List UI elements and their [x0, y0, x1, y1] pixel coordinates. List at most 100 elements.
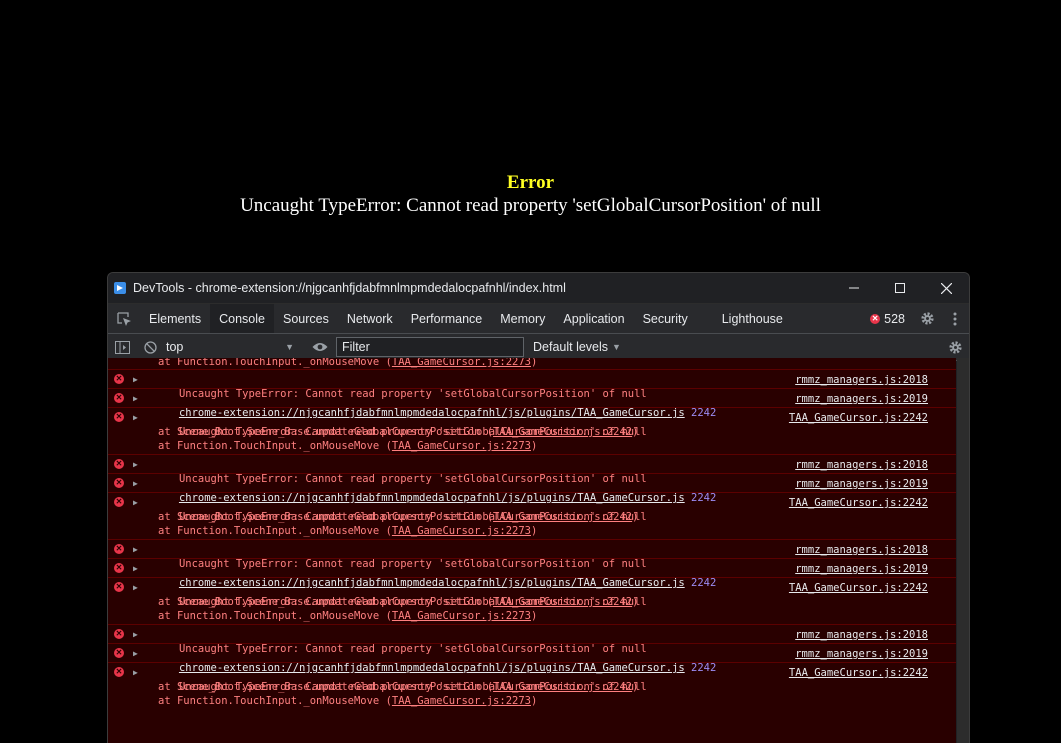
error-count-badge[interactable]: ✕ 528 — [870, 304, 913, 333]
tab-console[interactable]: Console — [210, 304, 274, 333]
stack-close: ) — [530, 358, 538, 368]
message-source-link[interactable]: TAA_GameCursor.js:2242 — [789, 581, 928, 595]
stack-source-link[interactable]: TAA_GameCursor.js:2273 — [392, 695, 531, 707]
tab-sources-label: Sources — [282, 311, 329, 326]
tab-performance[interactable]: Performance — [402, 304, 492, 333]
console-message[interactable]: ✕ ▶ Uncaught TypeError: Cannot read prope… — [108, 492, 956, 539]
console-partial-stack-line: at Function.TouchInput._onMouseMove (TAA… — [108, 358, 956, 369]
stack-text: at Function.TouchInput._onMouseMove ( — [158, 610, 392, 622]
console-message[interactable]: ✕ ▶ Uncaught TypeError: Cannot read prope… — [108, 369, 956, 400]
console-toolbar: top ▼ Default levels ▼ — [108, 334, 969, 361]
expand-triangle-icon[interactable]: ▶ — [133, 581, 138, 595]
console-message[interactable]: ✕ ▶ Uncaught TypeError: Cannot read prope… — [108, 577, 956, 624]
stack-source-link[interactable]: TAA_GameCursor.js:2273 — [392, 440, 531, 452]
tab-sources[interactable]: Sources — [274, 304, 338, 333]
maximize-button[interactable] — [877, 273, 923, 303]
message-source-link[interactable]: rmmz_managers.js:2019 — [795, 562, 928, 576]
page-error-message: Uncaught TypeError: Cannot read property… — [240, 195, 821, 216]
message-source-link[interactable]: rmmz_managers.js:2018 — [795, 628, 928, 642]
tab-lighthouse-label: Lighthouse — [721, 311, 783, 326]
log-levels-label: Default levels — [533, 340, 609, 354]
devtools-app-icon — [114, 282, 126, 294]
message-source-link[interactable]: rmmz_managers.js:2018 — [795, 373, 928, 387]
message-source-link[interactable]: TAA_GameCursor.js:2242 — [789, 411, 928, 425]
minimize-button[interactable] — [831, 273, 877, 303]
message-source-link[interactable]: TAA_GameCursor.js:2242 — [789, 666, 928, 680]
more-vertical-icon — [953, 312, 957, 325]
stack-source-link[interactable]: TAA_GameCursor.js:2242 — [493, 596, 632, 608]
inspect-element-button[interactable] — [108, 304, 140, 333]
more-options-button[interactable] — [941, 304, 969, 333]
tab-application[interactable]: Application — [554, 304, 633, 333]
settings-button[interactable] — [913, 304, 941, 333]
tab-memory[interactable]: Memory — [491, 304, 554, 333]
stack-source-link[interactable]: TAA_GameCursor.js:2273 — [392, 610, 531, 622]
stack-text: at Scene_Boot.Scene_Base.updateGlobalCur… — [158, 596, 494, 608]
inspect-element-icon — [117, 311, 131, 326]
sidebar-toggle-button[interactable] — [108, 340, 136, 354]
console-message[interactable]: ✕ ▶ chrome-extension://njgcanhfjdabfmnlmp… — [108, 473, 956, 504]
expand-triangle-icon[interactable]: ▶ — [133, 543, 138, 557]
tab-network[interactable]: Network — [338, 304, 402, 333]
tab-lighthouse[interactable]: Lighthouse — [713, 304, 792, 333]
stack-line: at Scene_Boot.Scene_Base.updateGlobalCur… — [108, 595, 956, 609]
console-settings-button[interactable] — [941, 340, 969, 355]
message-source-link[interactable]: TAA_GameCursor.js:2242 — [789, 496, 928, 510]
expand-triangle-icon[interactable]: ▶ — [133, 477, 138, 491]
stack-line: at Function.TouchInput._onMouseMove (TAA… — [108, 694, 956, 708]
expand-triangle-icon[interactable]: ▶ — [133, 666, 138, 680]
stack-close: ) — [530, 610, 538, 622]
console-message[interactable]: ✕ ▶ chrome-extension://njgcanhfjdabfmnlmp… — [108, 388, 956, 419]
chevron-down-icon: ▼ — [285, 342, 294, 352]
expand-triangle-icon[interactable]: ▶ — [133, 411, 138, 425]
tab-elements[interactable]: Elements — [140, 304, 210, 333]
message-source-link[interactable]: rmmz_managers.js:2019 — [795, 392, 928, 406]
message-source-link[interactable]: rmmz_managers.js:2019 — [795, 477, 928, 491]
filter-input[interactable] — [336, 337, 524, 357]
expand-triangle-icon[interactable]: ▶ — [133, 458, 138, 472]
stack-source-link[interactable]: TAA_GameCursor.js:2273 — [392, 358, 531, 368]
stack-line: at Scene_Boot.Scene_Base.updateGlobalCur… — [108, 510, 956, 524]
stack-text: at Scene_Boot.Scene_Base.updateGlobalCur… — [158, 511, 494, 523]
stack-text: at Function.TouchInput._onMouseMove ( — [158, 525, 392, 537]
expand-triangle-icon[interactable]: ▶ — [133, 647, 138, 661]
log-levels-dropdown[interactable]: Default levels ▼ — [533, 340, 621, 354]
message-source-link[interactable]: rmmz_managers.js:2018 — [795, 458, 928, 472]
expand-triangle-icon[interactable]: ▶ — [133, 373, 138, 387]
expand-triangle-icon[interactable]: ▶ — [133, 562, 138, 576]
tab-security[interactable]: Security — [634, 304, 713, 333]
console-scrollbar[interactable] — [957, 358, 969, 743]
stack-source-link[interactable]: TAA_GameCursor.js:2242 — [493, 426, 632, 438]
console-message[interactable]: ✕ ▶ chrome-extension://njgcanhfjdabfmnlmp… — [108, 643, 956, 674]
stack-source-link[interactable]: TAA_GameCursor.js:2242 — [493, 511, 632, 523]
expand-triangle-icon[interactable]: ▶ — [133, 392, 138, 406]
stack-text: at Scene_Boot.Scene_Base.updateGlobalCur… — [158, 681, 494, 693]
live-expression-button[interactable] — [306, 342, 334, 352]
tab-performance-label: Performance — [410, 311, 483, 326]
console-message[interactable]: ✕ ▶ Uncaught TypeError: Cannot read prope… — [108, 454, 956, 485]
stack-source-link[interactable]: TAA_GameCursor.js:2242 — [493, 681, 632, 693]
stack-line: at Function.TouchInput._onMouseMove (TAA… — [108, 524, 956, 538]
console-message[interactable]: ✕ ▶ Uncaught TypeError: Cannot read prope… — [108, 539, 956, 570]
console-message[interactable]: ✕ ▶ chrome-extension://njgcanhfjdabfmnlmp… — [108, 558, 956, 589]
stack-line: at Function.TouchInput._onMouseMove (TAA… — [108, 609, 956, 623]
settings-icon — [920, 312, 934, 325]
console-message[interactable]: ✕ ▶ Uncaught TypeError: Cannot read prope… — [108, 624, 956, 655]
close-button[interactable] — [923, 273, 969, 303]
stack-text: at Function.TouchInput._onMouseMove ( — [158, 358, 392, 368]
expand-triangle-icon[interactable]: ▶ — [133, 496, 138, 510]
devtools-tabbar: Elements Console Sources Network Perform… — [108, 303, 969, 334]
console-message[interactable]: ✕ ▶ Uncaught TypeError: Cannot read prope… — [108, 407, 956, 454]
stack-line: at Scene_Boot.Scene_Base.updateGlobalCur… — [108, 680, 956, 694]
stack-close: ) — [632, 681, 639, 693]
message-source-link[interactable]: rmmz_managers.js:2019 — [795, 647, 928, 661]
stack-line: at Scene_Boot.Scene_Base.updateGlobalCur… — [108, 425, 956, 439]
error-icon: ✕ — [870, 313, 881, 324]
clear-console-button[interactable] — [136, 340, 164, 354]
context-selector[interactable]: top ▼ — [166, 340, 298, 354]
message-source-link[interactable]: rmmz_managers.js:2018 — [795, 543, 928, 557]
tab-elements-label: Elements — [149, 311, 202, 326]
console-message[interactable]: ✕ ▶ Uncaught TypeError: Cannot read prope… — [108, 662, 956, 709]
stack-source-link[interactable]: TAA_GameCursor.js:2273 — [392, 525, 531, 537]
expand-triangle-icon[interactable]: ▶ — [133, 628, 138, 642]
